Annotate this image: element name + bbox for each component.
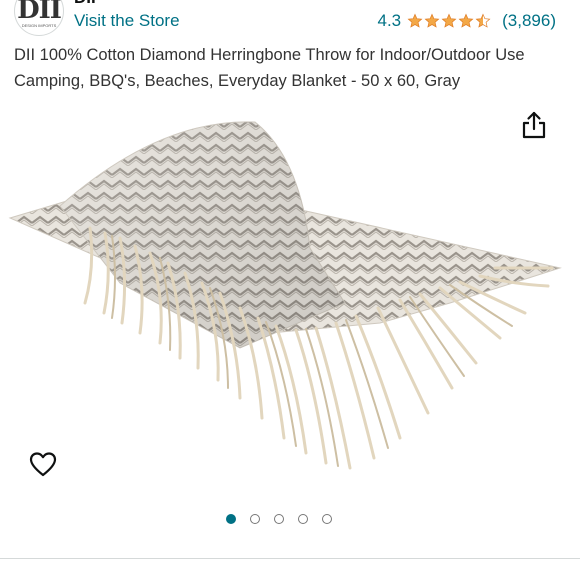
- star-icon: [407, 13, 423, 28]
- pager-dot-2[interactable]: [250, 514, 260, 524]
- star-icon: [424, 13, 440, 28]
- brand-logo-mark: DII: [17, 0, 62, 25]
- star-rating: [407, 13, 492, 29]
- brand-logo-subtext: DESIGN IMPORTS: [21, 23, 57, 28]
- section-divider: [0, 558, 580, 559]
- heart-outline-icon[interactable]: [28, 450, 58, 478]
- visit-store-link[interactable]: Visit the Store: [74, 11, 180, 31]
- rating-value: 4.3: [377, 11, 402, 30]
- pager-dot-5[interactable]: [322, 514, 332, 524]
- star-icon: [441, 13, 457, 28]
- pager-dot-4[interactable]: [298, 514, 308, 524]
- brand-name[interactable]: DII: [74, 0, 96, 8]
- product-title: DII 100% Cotton Diamond Herringbone Thro…: [14, 46, 525, 90]
- pager-dot-3[interactable]: [274, 514, 284, 524]
- image-pager: [226, 514, 346, 524]
- product-image[interactable]: [0, 118, 580, 498]
- star-icon: [458, 13, 474, 28]
- half-star-icon: [475, 13, 491, 28]
- rating-summary[interactable]: 4.3 (3,896): [377, 11, 556, 31]
- rating-count: (3,896): [502, 11, 556, 30]
- pager-dot-1[interactable]: [226, 514, 236, 524]
- brand-logo[interactable]: DII DESIGN IMPORTS: [14, 0, 64, 36]
- product-header: DII DESIGN IMPORTS DII Visit the Store 4…: [0, 0, 580, 40]
